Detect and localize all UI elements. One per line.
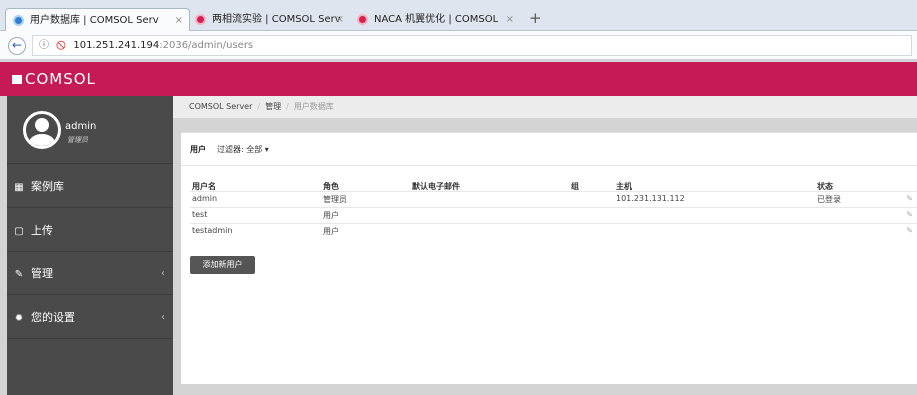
tab-two-phase-flow[interactable]: 两相流实验 | COMSOL Serv × [188,8,350,31]
table-row[interactable]: testadmin 用户 ✎ [190,223,917,239]
sidebar-item-case-library[interactable]: ▦ 案例库 [7,165,173,208]
address-bar: ← ⓘ 🚫 101.251.241.194:2036/admin/users [0,31,917,60]
user-name: admin [65,121,97,132]
sidebar-item-settings[interactable]: ✹ 您的设置 ‹ [7,296,173,339]
close-icon[interactable]: × [506,8,514,31]
grid-icon: ▦ [14,182,24,193]
url-field[interactable]: ⓘ 🚫 101.251.241.194:2036/admin/users [32,35,912,56]
cell-role: 用户 [323,211,339,220]
breadcrumb-current: 用户数据库 [293,102,334,111]
sidebar-item-upload[interactable]: ▢ 上传 [7,209,173,252]
comsol-logo[interactable]: COMSOL [12,70,96,88]
insecure-icon[interactable]: 🚫 [56,41,66,50]
close-icon[interactable]: × [336,8,344,31]
tab-naca-airfoil[interactable]: NACA 机翼优化 | COMSOL × [350,8,520,31]
main-content: COMSOL Server / 管理 / 用户数据库 用户 过滤器: 全部 ▾ 用户名 … [173,96,917,395]
cell-role: 管理员 [323,195,347,204]
brand-name: COMSOL [25,70,96,88]
filter-dropdown[interactable]: 过滤器: 全部 ▾ [217,144,269,155]
sidebar-item-label: 案例库 [31,180,64,193]
tab-title: 用户数据库 | COMSOL Serv [30,15,159,26]
breadcrumb: COMSOL Server / 管理 / 用户数据库 [173,96,917,118]
cell-host: 101.231.131.112 [616,194,685,203]
cell-username: admin [192,194,218,203]
gear-icon: ✹ [14,313,24,324]
url-path: :2036/admin/users [159,40,254,51]
breadcrumb-section[interactable]: 管理 [265,102,281,111]
sidebar-item-label: 上传 [31,224,53,237]
comsol-favicon-icon [13,15,24,26]
info-icon[interactable]: ⓘ [39,40,49,51]
edit-pencil-icon[interactable]: ✎ [906,210,913,219]
edit-pencil-icon[interactable]: ✎ [906,194,913,203]
breadcrumb-root[interactable]: COMSOL Server [189,102,252,111]
back-arrow-icon[interactable]: ← [8,37,26,55]
table-row[interactable]: test 用户 ✎ [190,207,917,223]
avatar-icon [23,111,61,149]
wrench-icon: ✎ [14,269,24,280]
users-panel: 用户 过滤器: 全部 ▾ 用户名 角色 默认电子邮件 组 主机 状态 admin… [181,132,917,384]
browser-tab-bar: 用户数据库 | COMSOL Serv × 两相流实验 | COMSOL Ser… [0,0,917,31]
tab-user-database[interactable]: 用户数据库 | COMSOL Serv × [5,8,190,31]
tab-title: 两相流实验 | COMSOL Serv [212,14,341,25]
sidebar: admin 管理员 ▦ 案例库 ▢ 上传 ✎ 管理 ‹ ✹ 您的设置 ‹ [7,96,173,395]
panel-header: 用户 过滤器: 全部 ▾ [181,133,917,166]
tab-title: NACA 机翼优化 | COMSOL [374,14,499,25]
close-icon[interactable]: × [175,9,183,31]
user-role: 管理员 [67,136,88,144]
edit-pencil-icon[interactable]: ✎ [906,226,913,235]
upload-icon: ▢ [14,226,24,237]
comsol-favicon-icon [357,14,368,25]
chevron-left-icon: ‹ [161,312,165,323]
table-row[interactable]: admin 管理员 101.231.131.112 已登录 ✎ [190,191,917,207]
user-panel: admin 管理员 [7,96,173,164]
sidebar-item-label: 您的设置 [31,311,75,324]
cell-username: testadmin [192,226,233,235]
cell-username: test [192,210,208,219]
sidebar-item-label: 管理 [31,267,53,280]
cell-role: 用户 [323,227,339,236]
sidebar-item-admin[interactable]: ✎ 管理 ‹ [7,252,173,295]
add-user-button[interactable]: 添加新用户 [190,256,255,274]
url-host: 101.251.241.194 [73,40,160,51]
new-tab-button[interactable]: + [529,9,542,27]
app-header: COMSOL [0,62,917,96]
cell-status: 已登录 [817,195,841,204]
chevron-left-icon: ‹ [161,268,165,279]
panel-title: 用户 [190,145,206,154]
comsol-logo-icon [12,75,22,84]
comsol-favicon-icon [195,14,206,25]
